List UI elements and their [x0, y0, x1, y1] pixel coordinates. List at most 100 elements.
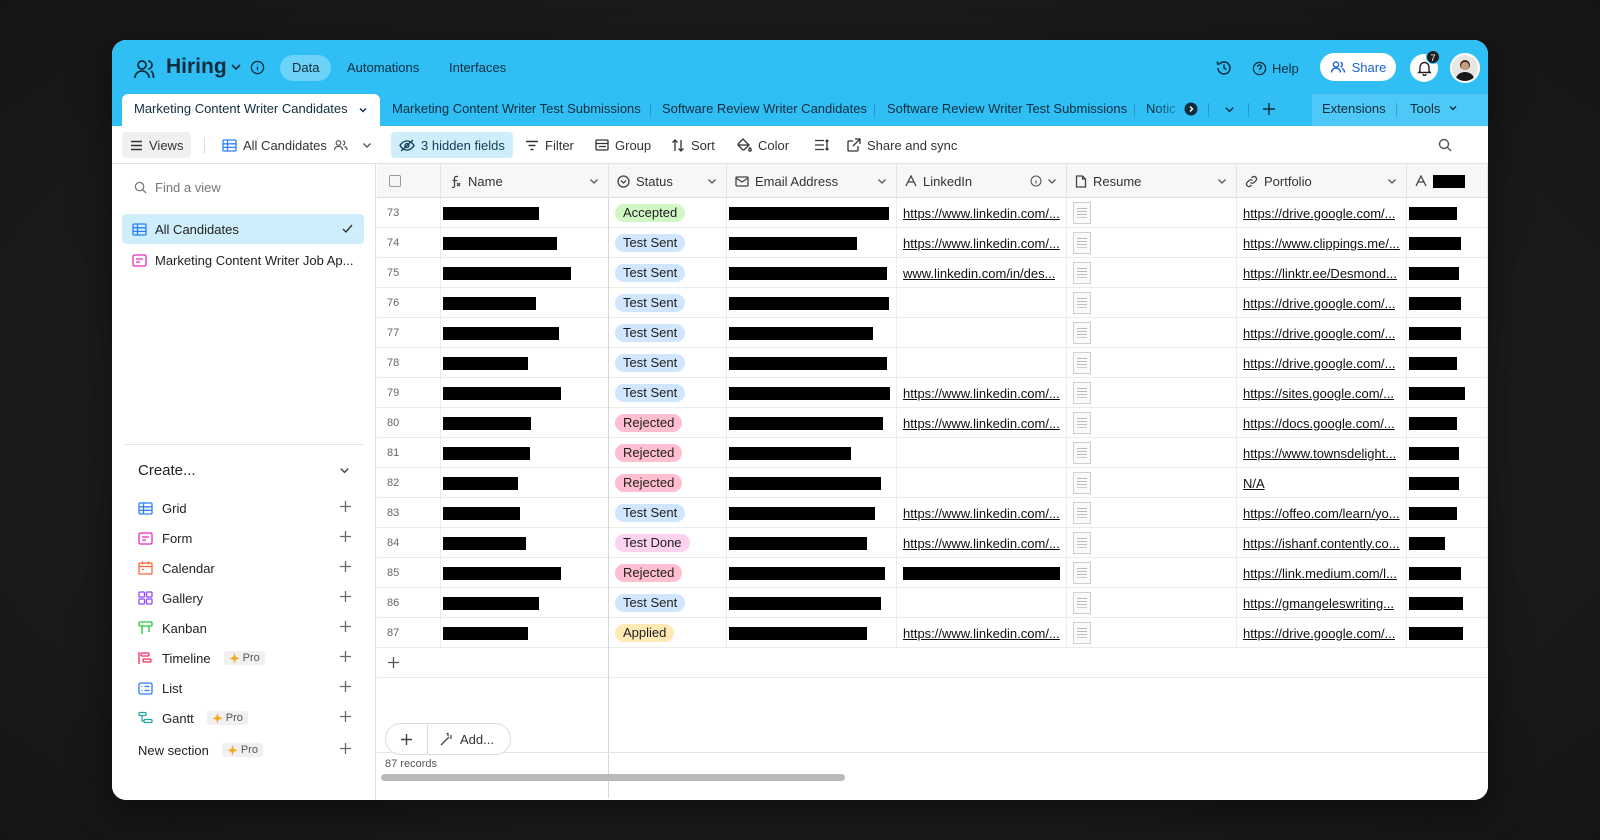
name-cell[interactable]: [441, 498, 609, 528]
table-row[interactable]: 75 Test Sent www.linkedin.com/in/des... …: [377, 258, 1488, 288]
plus-icon[interactable]: [339, 742, 352, 755]
linkedin-cell[interactable]: [897, 438, 1067, 468]
portfolio-cell[interactable]: https://docs.google.com/...: [1237, 408, 1407, 438]
resume-cell[interactable]: [1067, 198, 1237, 228]
resume-cell[interactable]: [1067, 618, 1237, 648]
next-column-cell[interactable]: [1407, 288, 1488, 318]
portfolio-cell[interactable]: https://link.medium.com/l...: [1237, 558, 1407, 588]
resume-cell[interactable]: [1067, 528, 1237, 558]
tools-button[interactable]: Tools: [1398, 94, 1470, 126]
resume-thumbnail[interactable]: [1073, 352, 1091, 374]
history-icon[interactable]: [1215, 59, 1233, 77]
status-cell[interactable]: Test Sent: [609, 288, 727, 318]
table-tab-software-candidates[interactable]: Software Review Writer Candidates: [650, 94, 879, 126]
status-cell[interactable]: Applied: [609, 618, 727, 648]
portfolio-cell[interactable]: https://linktr.ee/Desmond...: [1237, 258, 1407, 288]
portfolio-link[interactable]: https://sites.google.com/...: [1243, 386, 1394, 401]
next-column-cell[interactable]: [1407, 498, 1488, 528]
info-icon[interactable]: [1030, 175, 1042, 187]
email-cell[interactable]: [727, 258, 897, 288]
plus-icon[interactable]: [339, 620, 352, 633]
status-cell[interactable]: Rejected: [609, 408, 727, 438]
portfolio-cell[interactable]: N/A: [1237, 468, 1407, 498]
name-cell[interactable]: [441, 288, 609, 318]
linkedin-cell[interactable]: [897, 468, 1067, 498]
table-row[interactable]: 85 Rejected https://link.medium.com/l...: [377, 558, 1488, 588]
name-cell[interactable]: [441, 408, 609, 438]
name-cell[interactable]: [441, 588, 609, 618]
portfolio-cell[interactable]: https://drive.google.com/...: [1237, 618, 1407, 648]
table-tab-marketing-submissions[interactable]: Marketing Content Writer Test Submission…: [380, 94, 653, 126]
status-cell[interactable]: Test Sent: [609, 318, 727, 348]
resume-thumbnail[interactable]: [1073, 472, 1091, 494]
next-column-cell[interactable]: [1407, 528, 1488, 558]
resume-cell[interactable]: [1067, 498, 1237, 528]
linkedin-cell[interactable]: [897, 558, 1067, 588]
next-column-cell[interactable]: [1407, 348, 1488, 378]
status-cell[interactable]: Test Sent: [609, 228, 727, 258]
create-gallery-view[interactable]: Gallery: [138, 587, 352, 609]
portfolio-link[interactable]: https://link.medium.com/l...: [1243, 566, 1397, 581]
portfolio-link[interactable]: https://www.clippings.me/...: [1243, 236, 1400, 251]
linkedin-cell[interactable]: https://www.linkedin.com/...: [897, 528, 1067, 558]
select-all-checkbox[interactable]: [389, 175, 401, 187]
chevron-down-icon[interactable]: [229, 60, 243, 74]
portfolio-link[interactable]: https://docs.google.com/...: [1243, 416, 1395, 431]
resume-cell[interactable]: [1067, 258, 1237, 288]
table-row[interactable]: 74 Test Sent https://www.linkedin.com/..…: [377, 228, 1488, 258]
next-column-cell[interactable]: [1407, 468, 1488, 498]
search-icon[interactable]: [1438, 138, 1452, 152]
row-height-button[interactable]: [806, 132, 837, 158]
table-row[interactable]: 77 Test Sent https://drive.google.com/..…: [377, 318, 1488, 348]
email-cell[interactable]: [727, 408, 897, 438]
portfolio-link[interactable]: https://www.townsdelight...: [1243, 446, 1396, 461]
status-cell[interactable]: Test Done: [609, 528, 727, 558]
plus-icon[interactable]: [387, 656, 400, 669]
create-list-view[interactable]: List: [138, 677, 352, 699]
current-view-button[interactable]: All Candidates: [214, 132, 381, 158]
name-cell[interactable]: [441, 618, 609, 648]
name-cell[interactable]: [441, 198, 609, 228]
resume-cell[interactable]: [1067, 438, 1237, 468]
resume-thumbnail[interactable]: [1073, 202, 1091, 224]
resume-cell[interactable]: [1067, 288, 1237, 318]
plus-icon[interactable]: [339, 530, 352, 543]
chevron-down-icon[interactable]: [1223, 103, 1236, 116]
resume-cell[interactable]: [1067, 588, 1237, 618]
group-button[interactable]: Group: [587, 132, 659, 158]
linkedin-link[interactable]: https://www.linkedin.com/...: [903, 386, 1060, 401]
email-cell[interactable]: [727, 618, 897, 648]
views-toggle-button[interactable]: Views: [122, 132, 192, 158]
email-cell[interactable]: [727, 558, 897, 588]
email-cell[interactable]: [727, 588, 897, 618]
linkedin-cell[interactable]: [897, 318, 1067, 348]
next-column-cell[interactable]: [1407, 318, 1488, 348]
resume-cell[interactable]: [1067, 408, 1237, 438]
linkedin-cell[interactable]: https://www.linkedin.com/...: [897, 408, 1067, 438]
chevron-down-icon[interactable]: [1386, 175, 1398, 187]
portfolio-cell[interactable]: https://www.clippings.me/...: [1237, 228, 1407, 258]
email-cell[interactable]: [727, 498, 897, 528]
portfolio-link[interactable]: https://drive.google.com/...: [1243, 206, 1395, 221]
resume-thumbnail[interactable]: [1073, 412, 1091, 434]
linkedin-link[interactable]: https://www.linkedin.com/...: [903, 536, 1060, 551]
email-cell[interactable]: [727, 348, 897, 378]
table-row[interactable]: 73 Accepted https://www.linkedin.com/...…: [377, 198, 1488, 228]
linkedin-cell[interactable]: www.linkedin.com/in/des...: [897, 258, 1067, 288]
resume-thumbnail[interactable]: [1073, 262, 1091, 284]
chevron-down-icon[interactable]: [588, 175, 600, 187]
linkedin-cell[interactable]: [897, 288, 1067, 318]
name-cell[interactable]: [441, 228, 609, 258]
table-row[interactable]: 82 Rejected N/A: [377, 468, 1488, 498]
next-column-cell[interactable]: [1407, 408, 1488, 438]
portfolio-cell[interactable]: https://gmangeleswriting...: [1237, 588, 1407, 618]
column-header-portfolio[interactable]: Portfolio: [1237, 164, 1407, 198]
status-cell[interactable]: Test Sent: [609, 378, 727, 408]
status-cell[interactable]: Test Sent: [609, 498, 727, 528]
add-record-button[interactable]: [386, 724, 428, 754]
name-cell[interactable]: [441, 528, 609, 558]
resume-thumbnail[interactable]: [1073, 592, 1091, 614]
portfolio-link[interactable]: https://drive.google.com/...: [1243, 326, 1395, 341]
chevron-down-icon[interactable]: [1216, 175, 1228, 187]
resume-cell[interactable]: [1067, 378, 1237, 408]
